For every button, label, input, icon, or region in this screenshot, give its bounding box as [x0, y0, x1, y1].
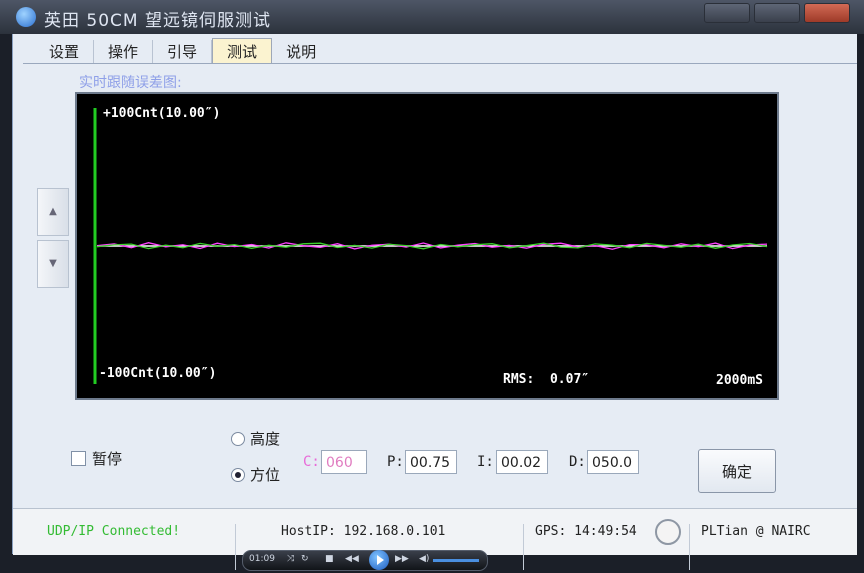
timespan-label: 2000mS [716, 373, 763, 388]
tab-test[interactable]: 测试 [212, 38, 273, 64]
p-label: P: [387, 454, 404, 470]
radio-height-button[interactable] [231, 431, 245, 446]
player-time: 01:09 [249, 554, 275, 564]
error-plot: +100Cnt(10.00″) -100Cnt(10.00″) RMS: 0.0… [75, 92, 779, 400]
gps-indicator-icon [655, 519, 681, 545]
radio-azimuth-label: 方位 [250, 466, 281, 484]
maximize-button[interactable] [754, 3, 800, 23]
arrow-down-icon: ▼ [49, 258, 57, 269]
window-controls [704, 3, 850, 23]
stop-icon[interactable]: ■ [325, 554, 334, 564]
d-label: D: [569, 454, 586, 470]
rewind-icon[interactable]: ◀◀ [345, 554, 359, 564]
confirm-button[interactable]: 确定 [698, 449, 776, 493]
volume-icon[interactable]: ◀) [419, 554, 429, 564]
status-bar: UDP/IP Connected! HostIP: 192.168.0.101 … [13, 508, 857, 570]
c-label: C: [303, 454, 320, 470]
p-field[interactable]: 00.75 [405, 450, 457, 474]
d-field[interactable]: 050.0 [587, 450, 639, 474]
credit-text: PLTian @ NAIRC [701, 524, 811, 539]
c-field[interactable]: 060 [321, 450, 367, 474]
tab-bar: 设置 操作 引导 测试 说明 [35, 38, 330, 64]
scroll-down-button[interactable]: ▼ [37, 240, 69, 288]
main-panel: 设置 操作 引导 测试 说明 实时跟随误差图: ▲ ▼ +100Cnt(10.0… [12, 34, 857, 570]
plot-label: 实时跟随误差图: [79, 75, 182, 91]
radio-azimuth[interactable]: 方位 [231, 464, 280, 485]
connection-status: UDP/IP Connected! [47, 524, 181, 539]
app-icon [16, 7, 36, 27]
tab-divider [23, 63, 857, 64]
min-scale-label: -100Cnt(10.00″) [99, 366, 217, 381]
volume-slider[interactable] [433, 559, 479, 562]
minimize-button[interactable] [704, 3, 750, 23]
media-player-bar: 01:09 ⤨ ↻ ■ ◀◀ ▶▶ ◀) [242, 550, 488, 571]
play-icon[interactable] [369, 550, 389, 570]
max-scale-label: +100Cnt(10.00″) [103, 106, 221, 121]
status-divider [689, 524, 690, 570]
host-ip: HostIP: 192.168.0.101 [281, 524, 446, 539]
tab-operation[interactable]: 操作 [94, 40, 154, 64]
tab-guide[interactable]: 引导 [153, 40, 213, 64]
tab-help[interactable]: 说明 [272, 40, 330, 64]
shuffle-icon[interactable]: ⤨ [287, 554, 294, 564]
radio-height-label: 高度 [250, 430, 281, 448]
rms-readout: RMS: 0.07″ [503, 372, 589, 387]
pause-checkbox[interactable]: 暂停 [71, 448, 122, 469]
title-bar: 英田 50CM 望远镜伺服测试 [0, 0, 864, 34]
arrow-up-icon: ▲ [49, 206, 57, 217]
rms-value: 0.07″ [549, 372, 590, 387]
status-divider [235, 524, 236, 570]
tab-settings[interactable]: 设置 [35, 40, 95, 64]
pause-checkbox-box[interactable] [71, 451, 86, 466]
pause-label: 暂停 [92, 450, 123, 468]
i-field[interactable]: 00.02 [496, 450, 548, 474]
fast-forward-icon[interactable]: ▶▶ [395, 554, 409, 564]
window-title: 英田 50CM 望远镜伺服测试 [44, 11, 271, 31]
gps-time: GPS: 14:49:54 [535, 524, 637, 539]
status-divider [523, 524, 524, 570]
scroll-up-button[interactable]: ▲ [37, 188, 69, 236]
repeat-icon[interactable]: ↻ [301, 554, 309, 564]
rms-label: RMS: [503, 372, 535, 387]
i-label: I: [477, 454, 494, 470]
radio-azimuth-button[interactable] [231, 467, 245, 482]
radio-height[interactable]: 高度 [231, 428, 280, 449]
close-button[interactable] [804, 3, 850, 23]
error-plot-svg [93, 108, 768, 384]
